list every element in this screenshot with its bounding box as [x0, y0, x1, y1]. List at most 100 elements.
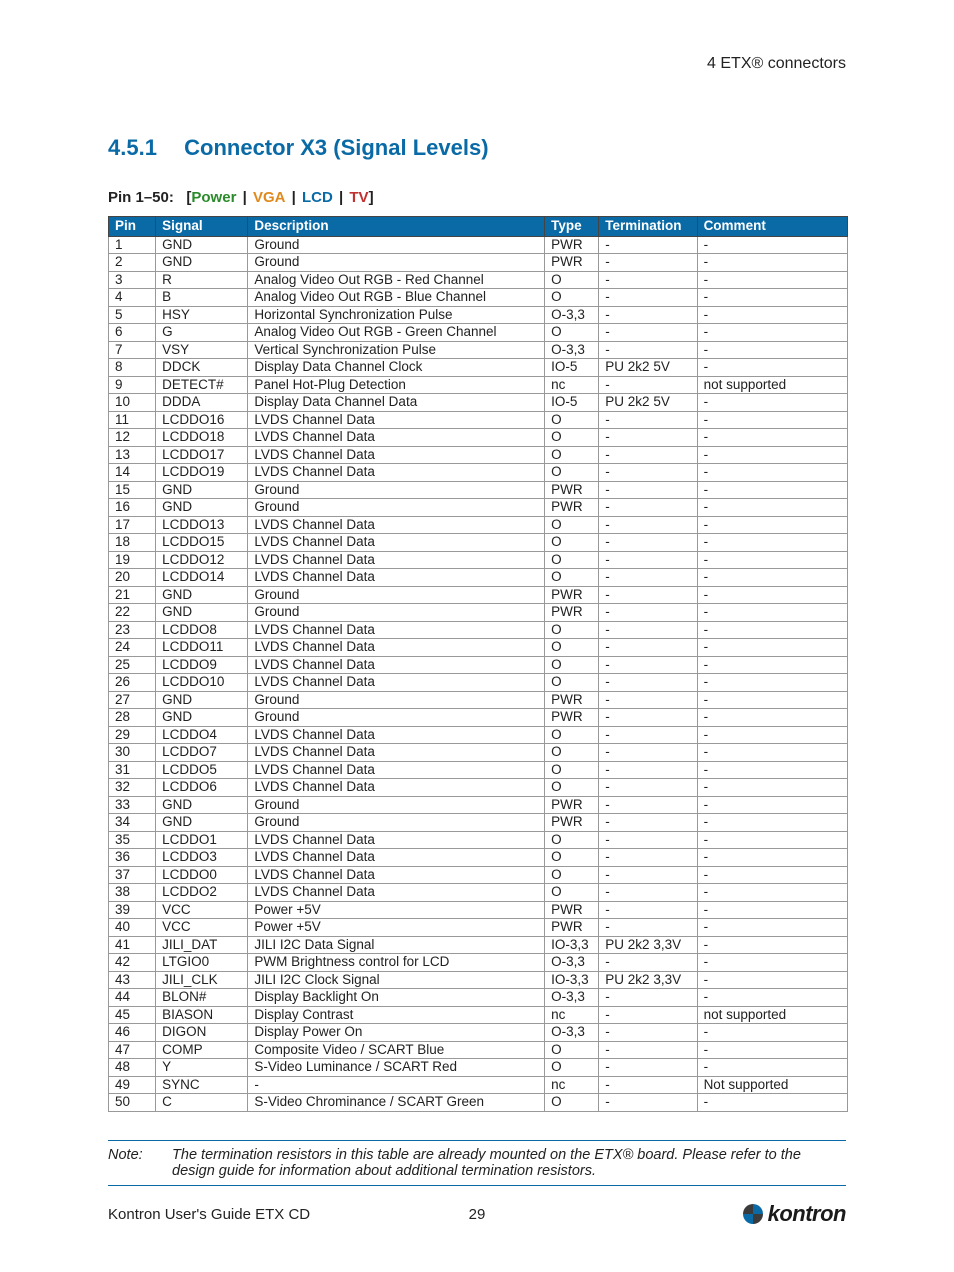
- cell-pin: 41: [109, 936, 156, 954]
- cell-desc: Ground: [248, 499, 545, 517]
- cell-desc: Display Contrast: [248, 1006, 545, 1024]
- cell-type: PWR: [545, 691, 599, 709]
- table-row: 37LCDDO0LVDS Channel DataO--: [109, 866, 848, 884]
- table-row: 31LCDDO5LVDS Channel DataO--: [109, 761, 848, 779]
- cell-sig: LCDDO16: [156, 411, 248, 429]
- footer-page-number: 29: [469, 1206, 486, 1223]
- cell-sig: G: [156, 324, 248, 342]
- cell-desc: LVDS Channel Data: [248, 849, 545, 867]
- cell-term: -: [599, 534, 697, 552]
- cell-type: IO-5: [545, 359, 599, 377]
- cell-pin: 47: [109, 1041, 156, 1059]
- cell-type: O: [545, 411, 599, 429]
- cell-pin: 33: [109, 796, 156, 814]
- cell-term: PU 2k2 5V: [599, 394, 697, 412]
- legend-item-vga: VGA: [253, 189, 286, 206]
- cell-pin: 32: [109, 779, 156, 797]
- table-row: 35LCDDO1LVDS Channel DataO--: [109, 831, 848, 849]
- cell-comm: -: [697, 919, 847, 937]
- cell-comm: -: [697, 621, 847, 639]
- cell-term: -: [599, 1024, 697, 1042]
- cell-sig: LTGIO0: [156, 954, 248, 972]
- cell-sig: LCDDO4: [156, 726, 248, 744]
- cell-desc: LVDS Channel Data: [248, 761, 545, 779]
- cell-type: IO-3,3: [545, 971, 599, 989]
- note-block: Note: The termination resistors in this …: [108, 1140, 846, 1186]
- cell-type: O: [545, 621, 599, 639]
- cell-desc: Display Power On: [248, 1024, 545, 1042]
- table-row: 46DIGONDisplay Power OnO-3,3--: [109, 1024, 848, 1042]
- cell-pin: 11: [109, 411, 156, 429]
- cell-pin: 43: [109, 971, 156, 989]
- cell-pin: 9: [109, 376, 156, 394]
- cell-desc: S-Video Chrominance / SCART Green: [248, 1094, 545, 1112]
- cell-pin: 18: [109, 534, 156, 552]
- cell-pin: 20: [109, 569, 156, 587]
- cell-type: O: [545, 271, 599, 289]
- pin-table-header: PinSignalDescriptionTypeTerminationComme…: [109, 217, 848, 237]
- table-row: 8DDCKDisplay Data Channel ClockIO-5PU 2k…: [109, 359, 848, 377]
- cell-comm: -: [697, 831, 847, 849]
- cell-term: -: [599, 866, 697, 884]
- cell-desc: Panel Hot-Plug Detection: [248, 376, 545, 394]
- cell-term: -: [599, 324, 697, 342]
- cell-pin: 42: [109, 954, 156, 972]
- cell-type: PWR: [545, 901, 599, 919]
- cell-term: -: [599, 989, 697, 1007]
- cell-comm: -: [697, 779, 847, 797]
- cell-sig: GND: [156, 691, 248, 709]
- cell-type: O: [545, 1041, 599, 1059]
- cell-desc: LVDS Channel Data: [248, 464, 545, 482]
- table-row: 49SYNC-nc-Not supported: [109, 1076, 848, 1094]
- cell-pin: 50: [109, 1094, 156, 1112]
- cell-type: PWR: [545, 481, 599, 499]
- table-row: 44BLON#Display Backlight OnO-3,3--: [109, 989, 848, 1007]
- cell-comm: -: [697, 411, 847, 429]
- cell-sig: LCDDO0: [156, 866, 248, 884]
- footer-left: Kontron User's Guide ETX CD: [108, 1206, 310, 1223]
- cell-type: nc: [545, 1006, 599, 1024]
- cell-comm: -: [697, 954, 847, 972]
- cell-term: -: [599, 446, 697, 464]
- legend-item-power: Power: [191, 189, 236, 206]
- cell-type: IO-3,3: [545, 936, 599, 954]
- cell-desc: LVDS Channel Data: [248, 569, 545, 587]
- cell-comm: -: [697, 341, 847, 359]
- cell-comm: -: [697, 289, 847, 307]
- legend-item-lcd: LCD: [302, 189, 333, 206]
- cell-comm: Not supported: [697, 1076, 847, 1094]
- cell-type: PWR: [545, 814, 599, 832]
- cell-comm: not supported: [697, 1006, 847, 1024]
- cell-pin: 30: [109, 744, 156, 762]
- cell-term: -: [599, 744, 697, 762]
- cell-type: O: [545, 516, 599, 534]
- cell-term: -: [599, 271, 697, 289]
- cell-type: O: [545, 1094, 599, 1112]
- cell-comm: -: [697, 1041, 847, 1059]
- cell-pin: 35: [109, 831, 156, 849]
- cell-term: PU 2k2 3,3V: [599, 971, 697, 989]
- cell-type: O-3,3: [545, 989, 599, 1007]
- cell-comm: -: [697, 464, 847, 482]
- cell-sig: LCDDO2: [156, 884, 248, 902]
- cell-term: -: [599, 341, 697, 359]
- cell-desc: LVDS Channel Data: [248, 674, 545, 692]
- cell-sig: LCDDO13: [156, 516, 248, 534]
- cell-desc: LVDS Channel Data: [248, 744, 545, 762]
- table-row: 15GNDGroundPWR--: [109, 481, 848, 499]
- cell-desc: Ground: [248, 236, 545, 254]
- cell-term: -: [599, 586, 697, 604]
- cell-comm: -: [697, 271, 847, 289]
- cell-term: -: [599, 1076, 697, 1094]
- cell-pin: 3: [109, 271, 156, 289]
- cell-term: -: [599, 1059, 697, 1077]
- cell-sig: GND: [156, 796, 248, 814]
- cell-type: O: [545, 289, 599, 307]
- cell-desc: Display Data Channel Clock: [248, 359, 545, 377]
- cell-sig: GND: [156, 586, 248, 604]
- cell-comm: -: [697, 569, 847, 587]
- cell-desc: Analog Video Out RGB - Blue Channel: [248, 289, 545, 307]
- cell-comm: -: [697, 324, 847, 342]
- cell-comm: -: [697, 1024, 847, 1042]
- cell-comm: -: [697, 394, 847, 412]
